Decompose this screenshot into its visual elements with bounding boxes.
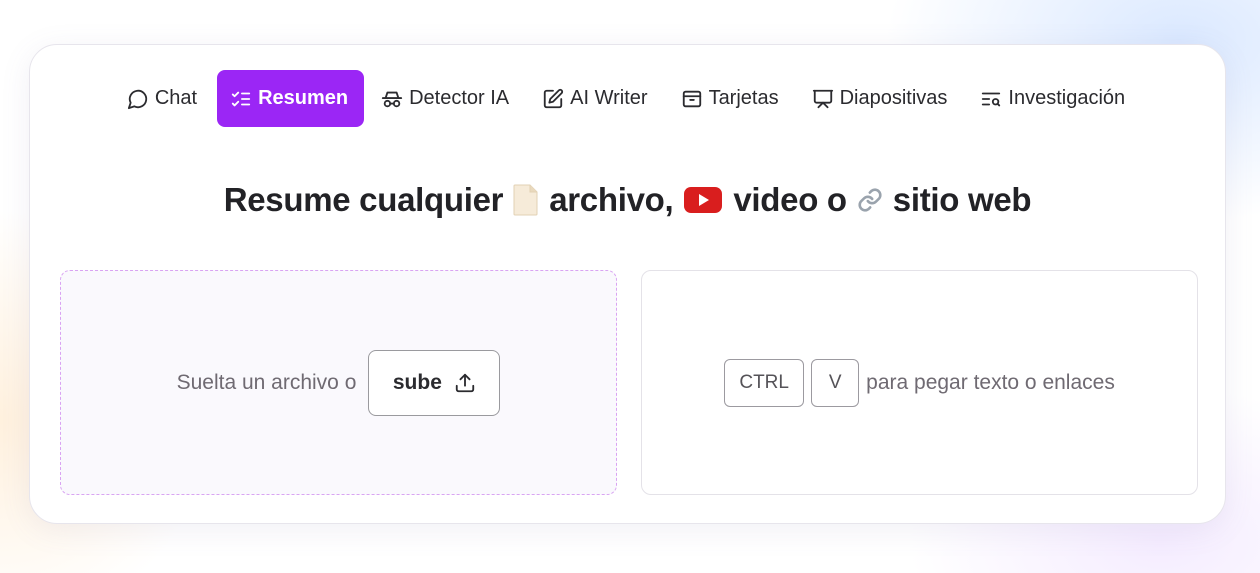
- tab-ai-writer[interactable]: AI Writer: [529, 70, 663, 127]
- text-search-icon: [980, 88, 1002, 110]
- headline-part-2: archivo,: [549, 181, 674, 218]
- headline-part-3: video o: [733, 181, 847, 218]
- headline-part-1: Resume cualquier: [223, 181, 504, 218]
- tab-tarjetas[interactable]: Tarjetas: [668, 70, 795, 127]
- tab-ai-writer-label: AI Writer: [570, 87, 648, 109]
- tab-investigacion[interactable]: Investigación: [967, 70, 1141, 127]
- document-icon: [513, 184, 539, 216]
- tab-diapositivas-label: Diapositivas: [839, 87, 948, 109]
- cards-icon: [681, 88, 703, 110]
- upload-button-label: sube: [392, 370, 442, 394]
- youtube-icon: [683, 185, 723, 215]
- pencil-square-icon: [542, 88, 564, 110]
- presentation-icon: [812, 88, 834, 110]
- headline-part-4: sitio web: [892, 181, 1032, 218]
- chat-bubble-icon: [127, 88, 149, 110]
- tab-detector-ia[interactable]: Detector IA: [368, 70, 525, 127]
- link-icon: [857, 187, 883, 213]
- tab-investigacion-label: Investigación: [1008, 87, 1126, 109]
- v-key-badge: V: [811, 358, 860, 407]
- tab-tarjetas-label: Tarjetas: [708, 87, 779, 109]
- file-drop-zone[interactable]: Suelta un archivo o sube: [60, 270, 617, 495]
- paste-zone-text: para pegar texto o enlaces: [866, 370, 1115, 394]
- drop-zone-text: Suelta un archivo o: [176, 370, 357, 394]
- page-title: Resume cualquier archivo, video o sitio …: [30, 181, 1225, 219]
- tab-diapositivas[interactable]: Diapositivas: [799, 70, 964, 127]
- spy-glasses-icon: [381, 88, 403, 110]
- tab-resumen[interactable]: Resumen: [217, 70, 365, 127]
- checklist-icon: [230, 88, 252, 110]
- paste-zone[interactable]: CTRL V para pegar texto o enlaces: [641, 270, 1198, 495]
- tool-tabs: Chat Resumen Detector IA AI Writer Tarje…: [30, 70, 1225, 127]
- tab-resumen-label: Resumen: [258, 87, 349, 109]
- summary-card: Chat Resumen Detector IA AI Writer Tarje…: [29, 44, 1226, 524]
- tab-chat-label: Chat: [154, 87, 198, 109]
- upload-icon: [454, 372, 476, 394]
- tab-chat[interactable]: Chat: [114, 70, 213, 127]
- ctrl-key-badge: CTRL: [724, 358, 805, 407]
- tab-detector-ia-label: Detector IA: [409, 87, 510, 109]
- upload-button[interactable]: sube: [368, 349, 501, 416]
